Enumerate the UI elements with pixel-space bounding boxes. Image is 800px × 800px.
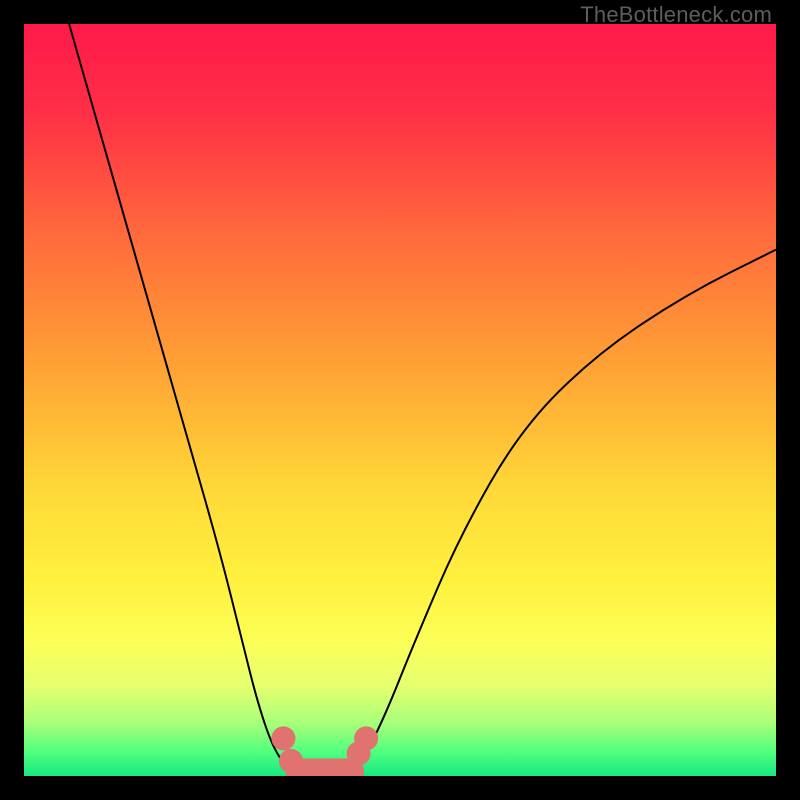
frame: TheBottleneck.com xyxy=(0,0,800,800)
plot-area xyxy=(24,24,776,776)
background-gradient xyxy=(24,24,776,776)
